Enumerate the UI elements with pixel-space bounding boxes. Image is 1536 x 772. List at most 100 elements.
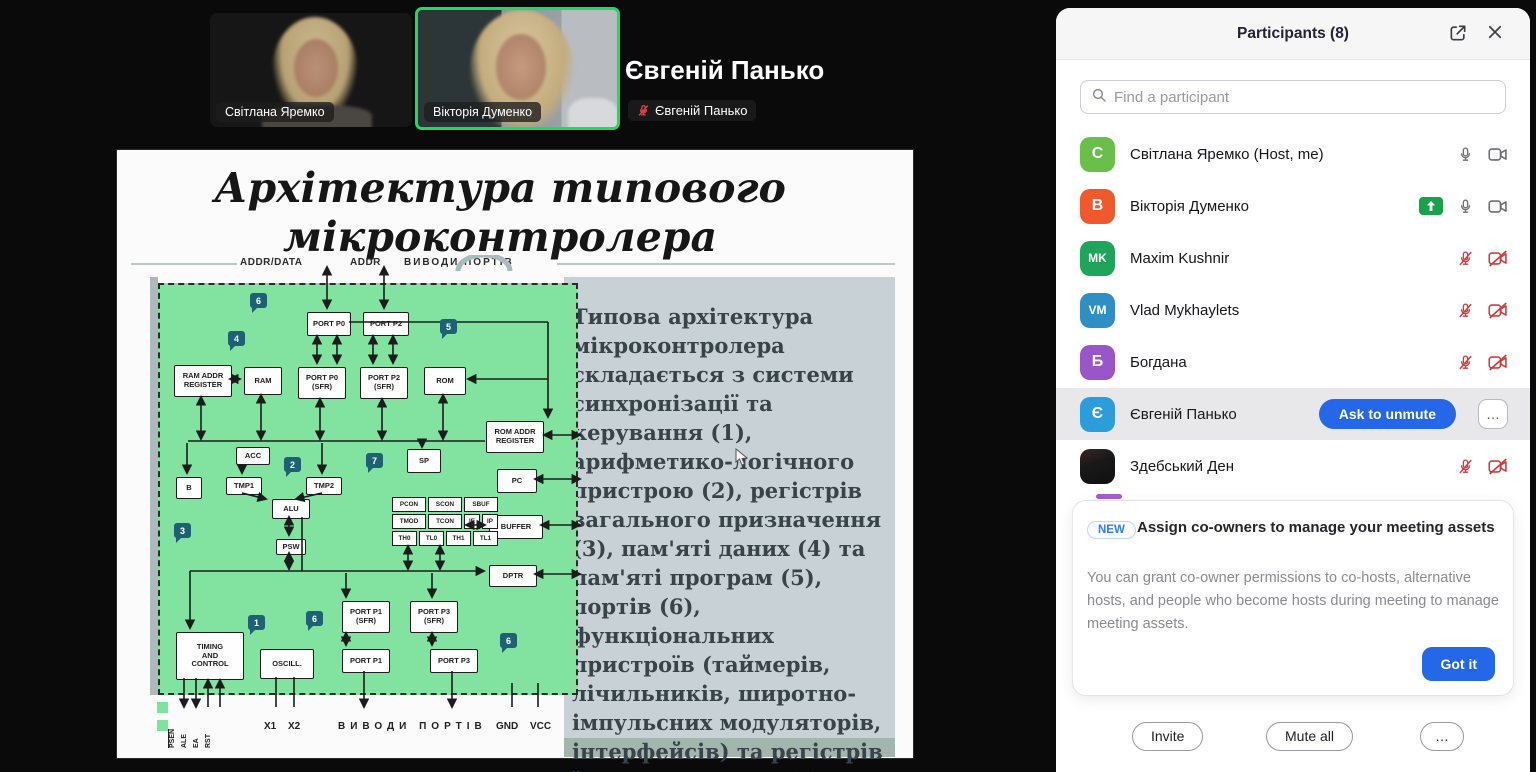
- camera-off-icon[interactable]: [1488, 458, 1508, 475]
- screen-share-icon: [1419, 197, 1443, 216]
- mic-icon[interactable]: [1457, 146, 1474, 163]
- mic-muted-icon[interactable]: [1457, 458, 1474, 475]
- slide-body-text: Типова архітектура мікроконтролера склад…: [572, 302, 895, 772]
- register-cell-ie: IE: [464, 514, 480, 529]
- participant-controls: [1457, 250, 1508, 267]
- microcontroller-diagram: ADDR/DATA ADDR ВИВОДИ ПОРТІВ PORT P0PORT…: [140, 255, 600, 755]
- participant-name: Світлана Яремко (Host, me): [1130, 146, 1457, 163]
- label-ports-bottom: ВИВОДИ ПОРТІВ: [338, 721, 487, 732]
- mouse-cursor: [735, 448, 748, 471]
- participant-row[interactable]: Б Богдана: [1056, 336, 1530, 388]
- register-cell-sbuf: SBUF: [464, 497, 498, 512]
- participant-controls: Ask to unmute …: [1319, 399, 1508, 429]
- mute-all-button[interactable]: Mute all: [1266, 722, 1353, 751]
- label-x2: X2: [288, 721, 300, 732]
- camera-off-icon[interactable]: [1488, 354, 1508, 371]
- callout-badge-7: 7: [366, 453, 383, 468]
- diagram-block-port-p3: PORT P3: [430, 649, 478, 673]
- mic-muted-icon[interactable]: [1457, 302, 1474, 319]
- camera-icon[interactable]: [1488, 146, 1508, 163]
- participant-row[interactable]: ВВікторія Думенко: [1056, 180, 1530, 232]
- participant-row[interactable]: ЄЄвгеній ПанькоAsk to unmute…: [1056, 388, 1530, 440]
- diagram-block-rom-addr-register: ROM ADDR REGISTER: [486, 421, 544, 453]
- participants-list: ССвітлана Яремко (Host, me)ВВікторія Дум…: [1056, 128, 1530, 492]
- participant-row[interactable]: Здебський Ден: [1056, 440, 1530, 492]
- participants-header: Participants (8): [1056, 8, 1530, 60]
- diagram-block-oscill: OSCILL.: [260, 649, 314, 679]
- participant-name: Богдана: [1130, 354, 1457, 371]
- mic-muted-icon[interactable]: [1457, 354, 1474, 371]
- divider: [557, 263, 895, 265]
- slide-title: Архітектура типового мікроконтролера: [117, 164, 883, 262]
- ask-to-unmute-button[interactable]: Ask to unmute: [1319, 399, 1456, 429]
- participant-controls: [1419, 197, 1508, 216]
- label-x1: X1: [264, 721, 276, 732]
- camera-off-icon[interactable]: [1488, 302, 1508, 319]
- avatar: VM: [1080, 293, 1115, 328]
- register-cell-tl0: TL0: [419, 531, 444, 546]
- participant-name: Вікторія Думенко: [1130, 198, 1419, 215]
- register-cell-scon: SCON: [428, 497, 462, 512]
- mic-muted-icon[interactable]: [1457, 250, 1474, 267]
- participants-title: Participants (8): [1237, 25, 1349, 43]
- camera-icon[interactable]: [1488, 198, 1508, 215]
- muted-mic-icon: [637, 104, 650, 117]
- callout-badge-6: 6: [500, 633, 517, 648]
- register-cell-tl1: TL1: [473, 531, 498, 546]
- participant-controls: [1457, 302, 1508, 319]
- diagram-block-timing-control: TIMING AND CONTROL: [176, 632, 244, 680]
- diagram-block-b: B: [176, 477, 202, 499]
- video-tile-svitlana[interactable]: Світлана Яремко: [210, 13, 412, 127]
- participant-row[interactable]: MK Maxim Kushnir: [1056, 232, 1530, 284]
- register-cell-pcon: PCON: [392, 497, 426, 512]
- participant-name: Maxim Kushnir: [1130, 250, 1457, 267]
- avatar: MK: [1080, 241, 1115, 276]
- new-badge: NEW: [1087, 521, 1136, 539]
- participant-more-button[interactable]: …: [1478, 399, 1508, 429]
- label-ports-top: ВИВОДИ ПОРТІВ: [404, 257, 514, 268]
- callout-badge-6: 6: [306, 611, 323, 626]
- invite-button[interactable]: Invite: [1132, 722, 1203, 751]
- panel-more-button[interactable]: …: [1420, 722, 1464, 751]
- got-it-button[interactable]: Got it: [1422, 647, 1495, 681]
- diagram-block-dptr: DPTR: [489, 565, 537, 587]
- participant-controls: [1457, 354, 1508, 371]
- diagram-block-rom: ROM: [424, 367, 466, 395]
- popout-icon[interactable]: [1448, 23, 1468, 48]
- register-cell-tmod: TMOD: [392, 514, 426, 529]
- participant-row[interactable]: VMVlad Mykhaylets: [1056, 284, 1530, 336]
- callout-badge-3: 3: [174, 523, 191, 538]
- mic-icon[interactable]: [1457, 198, 1474, 215]
- diagram-block-tmp1: TMP1: [226, 477, 262, 495]
- partial-avatar: [1096, 494, 1122, 499]
- participants-panel: Participants (8) ССвітлана Яремко (Host,…: [1056, 8, 1530, 772]
- diagram-block-ram-addr-register: RAM ADDR REGISTER: [174, 365, 232, 397]
- close-icon[interactable]: [1486, 23, 1504, 46]
- label-addr: ADDR: [350, 257, 381, 268]
- video-off-participant-name: Євгеній Панько: [625, 55, 824, 86]
- diagram-block-port-p2: PORT P2: [363, 312, 409, 336]
- diagram-block-alu: ALU: [272, 499, 310, 519]
- participant-row[interactable]: ССвітлана Яремко (Host, me): [1056, 128, 1530, 180]
- label-addr-data: ADDR/DATA: [240, 257, 302, 268]
- label-vcc: VCC: [530, 721, 551, 732]
- register-cell-tcon: TCON: [428, 514, 462, 529]
- diagram-block-port-p1: PORT P1: [342, 649, 390, 673]
- diagram-block-acc: ACC: [236, 447, 270, 465]
- pin-label-rst: RST: [205, 734, 212, 748]
- diagram-block-tmp2: TMP2: [306, 477, 342, 495]
- participant-name: Здебський Ден: [1130, 458, 1457, 475]
- diagram-green-panel: PORT P0PORT P2RAM ADDR REGISTERRAMPORT P…: [158, 283, 578, 695]
- label-gnd: GND: [496, 721, 518, 732]
- video-name-label: Світлана Яремко: [216, 102, 334, 122]
- video-tile-viktoria[interactable]: Вікторія Думенко: [415, 7, 620, 130]
- register-cell-th0: TH0: [392, 531, 417, 546]
- pin-label-psen: PSEN: [169, 729, 176, 748]
- diagram-block-ram: RAM: [244, 367, 282, 395]
- avatar: [1080, 449, 1115, 484]
- avatar: Б: [1080, 345, 1115, 380]
- notification-body: You can grant co-owner permissions to co…: [1087, 567, 1499, 637]
- search-input[interactable]: [1114, 89, 1495, 106]
- callout-badge-1: 1: [248, 615, 265, 630]
- camera-off-icon[interactable]: [1488, 250, 1508, 267]
